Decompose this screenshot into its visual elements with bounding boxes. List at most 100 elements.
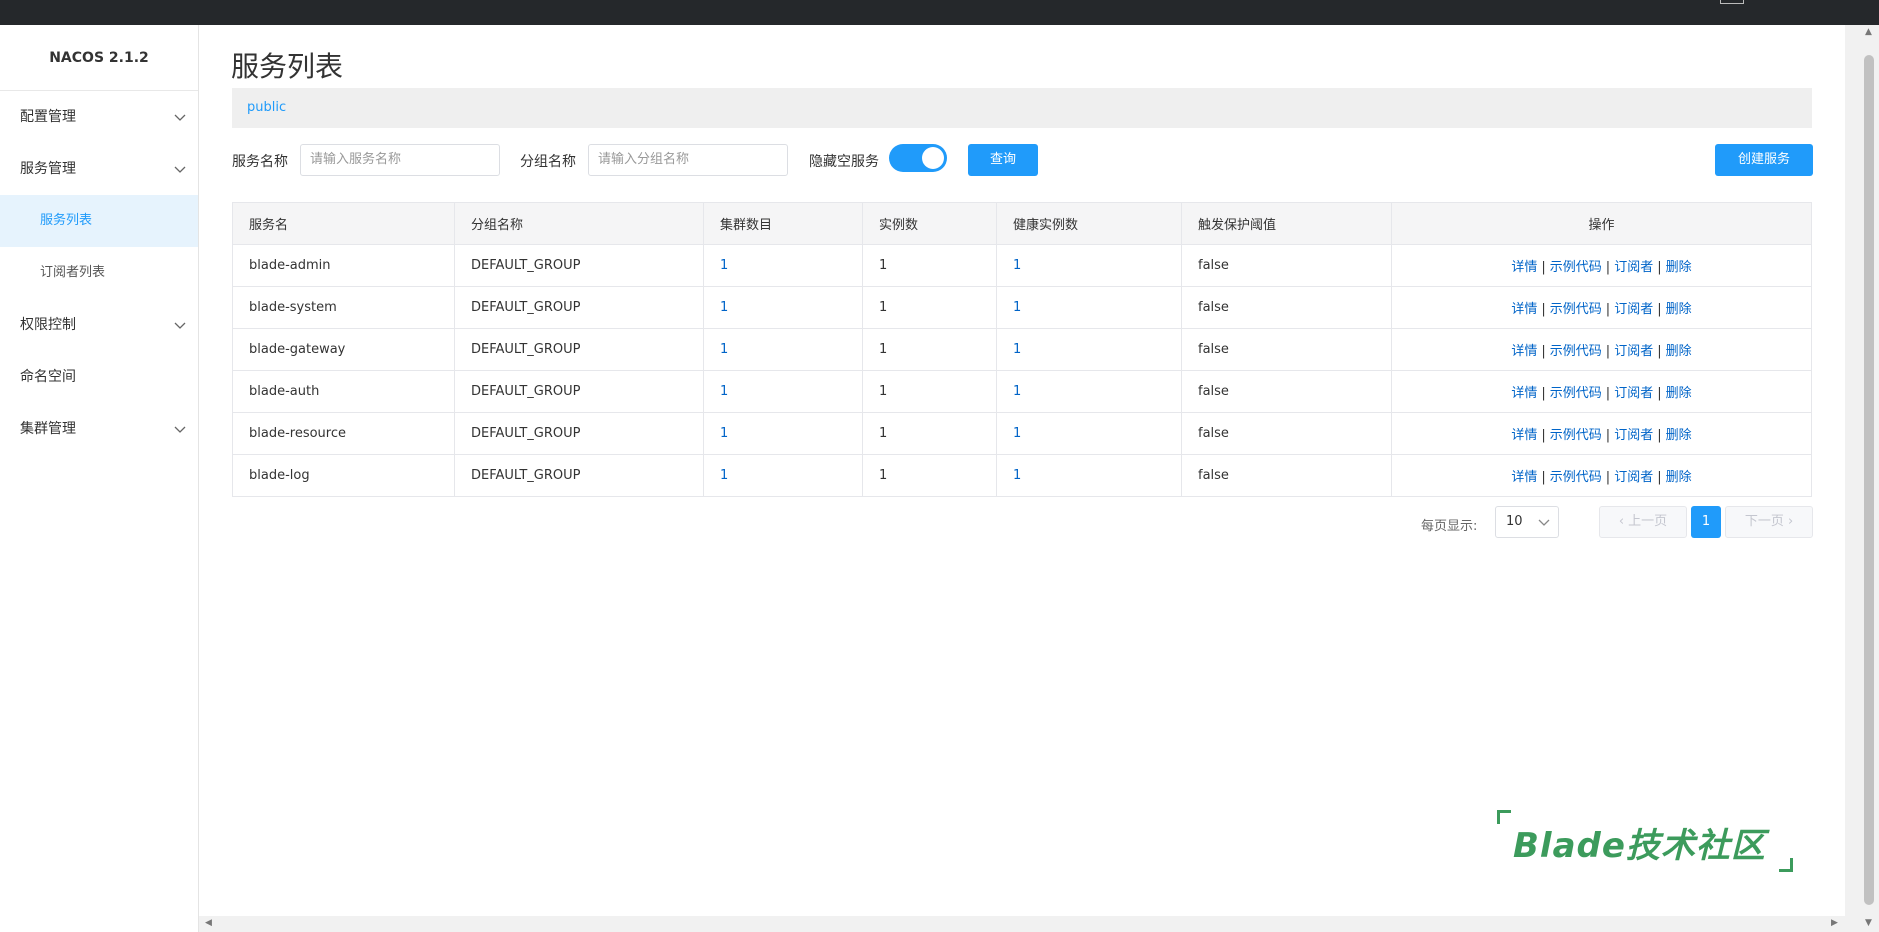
service-name-input[interactable]: 请输入服务名称 [300,144,500,176]
window-control-icon[interactable] [1720,0,1744,4]
healthy-count-cell: 1 [996,286,1182,329]
instance-count-cell: 1 [862,244,997,287]
chevron-down-icon [174,166,186,173]
scroll-down-icon[interactable]: ▼ [1865,918,1872,928]
separator: | [1541,344,1546,359]
scroll-left-icon[interactable]: ◀ [205,918,212,928]
instance-count-cell: 1 [862,412,997,455]
sidebar-item-label: 服务列表 [40,213,93,228]
sample-code-link[interactable]: 示例代码 [1550,260,1602,275]
page-size-value: 10 [1506,514,1523,529]
separator: | [1605,428,1611,443]
group-name-label: 分组名称 [520,154,576,170]
namespace-link-public[interactable]: public [247,100,286,115]
group-name-input[interactable]: 请输入分组名称 [588,144,788,176]
subscribers-link[interactable]: 订阅者 [1614,344,1653,359]
delete-link[interactable]: 删除 [1666,428,1692,443]
separator: | [1605,344,1611,359]
top-bar [0,0,1879,25]
protect-threshold-cell: false [1181,454,1392,497]
group-name-cell: DEFAULT_GROUP [454,370,704,413]
sample-code-link[interactable]: 示例代码 [1550,386,1602,401]
separator: | [1605,302,1611,317]
sidebar-item-subscriber-list[interactable]: 订阅者列表 [0,247,198,299]
subscribers-link[interactable]: 订阅者 [1614,386,1653,401]
separator: | [1657,386,1662,401]
delete-link[interactable]: 删除 [1666,470,1692,485]
table-row: blade-system DEFAULT_GROUP 1 1 1 false 详情 | 示例代码… [232,286,1812,329]
sidebar-item-label: 权限控制 [20,317,76,333]
toggle-knob [922,147,944,169]
instance-count-cell: 1 [862,370,997,413]
next-page-button[interactable]: 下一页 › [1725,506,1813,538]
instance-count-cell: 1 [862,286,997,329]
sidebar-item-namespace[interactable]: 命名空间 [0,351,198,403]
table-row: blade-auth DEFAULT_GROUP 1 1 1 false 详情 | 示例代码 | 订… [232,370,1812,413]
sidebar-item-label: 命名空间 [20,369,76,385]
col-group-name: 分组名称 [454,202,704,245]
sample-code-link[interactable]: 示例代码 [1550,344,1602,359]
delete-link[interactable]: 删除 [1666,260,1692,275]
sample-code-link[interactable]: 示例代码 [1550,428,1602,443]
chevron-down-icon [174,426,186,433]
col-protect-threshold: 触发保护阈值 [1181,202,1392,245]
protect-threshold-cell: false [1181,286,1392,329]
detail-link[interactable]: 详情 [1511,302,1537,317]
chevron-down-icon [174,322,186,329]
create-service-button[interactable]: 创建服务 [1715,144,1813,176]
protect-threshold-cell: false [1181,412,1392,455]
delete-link[interactable]: 删除 [1666,386,1692,401]
scroll-right-icon[interactable]: ▶ [1831,918,1838,928]
sidebar-item-cluster-management[interactable]: 集群管理 [0,403,198,455]
detail-link[interactable]: 详情 [1511,470,1537,485]
chevron-down-icon [174,114,186,121]
service-name-cell: blade-resource [232,412,455,455]
service-name-cell: blade-gateway [232,328,455,371]
vertical-scrollbar[interactable]: ▲ ▼ [1845,25,1879,932]
sample-code-link[interactable]: 示例代码 [1550,302,1602,317]
subscribers-link[interactable]: 订阅者 [1614,470,1653,485]
sidebar-item-label: 订阅者列表 [40,265,106,280]
subscribers-link[interactable]: 订阅者 [1614,260,1653,275]
scroll-up-icon[interactable]: ▲ [1865,27,1872,37]
detail-link[interactable]: 详情 [1511,386,1537,401]
scrollbar-thumb[interactable] [1864,55,1874,905]
query-button[interactable]: 查询 [968,144,1038,176]
subscribers-link[interactable]: 订阅者 [1614,302,1653,317]
sidebar-item-service-management[interactable]: 服务管理 [0,143,198,195]
detail-link[interactable]: 详情 [1511,344,1537,359]
page-title: 服务列表 [231,50,344,83]
healthy-count-cell: 1 [996,370,1182,413]
sidebar-item-label: 服务管理 [20,161,76,177]
healthy-count-cell: 1 [996,412,1182,455]
hide-empty-toggle[interactable] [889,144,947,172]
cluster-count-cell: 1 [703,244,863,287]
sample-code-link[interactable]: 示例代码 [1550,470,1602,485]
delete-link[interactable]: 删除 [1666,302,1692,317]
cluster-count-cell: 1 [703,328,863,371]
operations-cell: 详情 | 示例代码 | 订阅者 | 删除 [1391,328,1812,371]
chevron-right-icon: › [1783,514,1794,529]
table-row: blade-gateway DEFAULT_GROUP 1 1 1 false 详情 | 示例代… [232,328,1812,371]
sidebar-item-service-list[interactable]: 服务列表 [0,195,198,247]
operations-cell: 详情 | 示例代码 | 订阅者 | 删除 [1391,244,1812,287]
instance-count-cell: 1 [862,454,997,497]
sidebar-item-label: 集群管理 [20,421,76,437]
table-row: blade-resource DEFAULT_GROUP 1 1 1 false 详情 | 示例… [232,412,1812,455]
current-page-button[interactable]: 1 [1691,506,1721,538]
delete-link[interactable]: 删除 [1666,344,1692,359]
healthy-count-cell: 1 [996,244,1182,287]
horizontal-scrollbar[interactable]: ◀ ▶ [199,916,1845,932]
detail-link[interactable]: 详情 [1511,260,1537,275]
main-content: 服务列表 public 服务名称 请输入服务名称 分组名称 请输入分组名称 隐藏… [199,25,1845,916]
prev-page-button[interactable]: ‹ 上一页 [1599,506,1687,538]
sidebar-item-access-control[interactable]: 权限控制 [0,299,198,351]
detail-link[interactable]: 详情 [1511,428,1537,443]
page-size-select[interactable]: 10 [1495,506,1559,538]
subscribers-link[interactable]: 订阅者 [1614,428,1653,443]
chevron-down-icon [1538,519,1550,526]
col-service-name: 服务名 [232,202,455,245]
sidebar-item-config-management[interactable]: 配置管理 [0,91,198,143]
separator: | [1541,470,1546,485]
table-header-row: 服务名 分组名称 集群数目 实例数 健康实例数 触发保护阈值 操作 [232,202,1812,245]
